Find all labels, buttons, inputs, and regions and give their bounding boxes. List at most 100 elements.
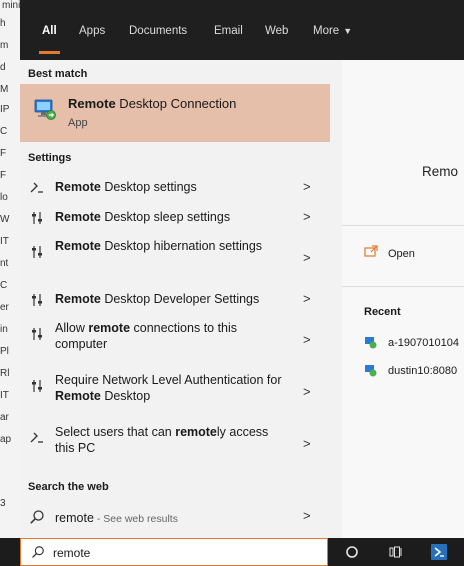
background-text-fragment: IP [0,104,10,115]
settings-result-label: Remote Desktop hibernation settings [55,238,285,254]
tab-more[interactable]: More ▼ [313,0,352,60]
best-match-title-bold: Remote [68,96,116,111]
background-text-fragment: 3 [0,498,6,509]
background-text-fragment: h [0,18,6,29]
sliders-icon [32,380,42,392]
chevron-right-icon: > [303,332,311,347]
tab-email-label: Email [214,25,243,37]
background-text-fragment: nt [0,258,9,269]
open-action[interactable]: Open [388,248,415,260]
settings-result-label: Remote Desktop settings [55,179,285,195]
preview-pane: Remo Open Recent a-1907010104 dustin10:8… [342,60,464,538]
sliders-icon [32,246,42,258]
match-highlight: Remote [55,210,101,224]
best-match-title: Remote Desktop Connection [68,96,236,111]
background-text-fragment: d [0,62,6,73]
preview-divider-2 [342,286,464,287]
best-match-header: Best match [28,68,88,80]
web-search-result[interactable]: remote - See web results > [20,504,330,530]
rdp-file-icon [365,365,377,377]
tab-apps[interactable]: Apps [79,0,105,60]
web-search-label: remote - See web results [55,510,285,527]
tab-web-label: Web [265,25,289,37]
label-text: Desktop sleep settings [100,210,231,224]
background-text-fragment: IT [0,390,9,401]
sliders-icon [32,294,42,306]
tab-more-label: More [313,25,340,37]
web-search-query: remote [55,511,94,525]
background-text-fragment: M [0,84,9,95]
background-text-fragment: ministration [2,0,20,11]
tab-web[interactable]: Web [265,0,288,60]
background-text-fragment: lo [0,192,8,203]
background-text-fragment: F [0,170,7,181]
best-match-remote-desktop-connection[interactable]: Remote Desktop Connection App [20,84,330,142]
settings-result-label: Remote Desktop sleep settings [55,209,285,225]
tab-documents-label: Documents [129,25,188,37]
remote-settings-icon [30,182,43,193]
settings-result-label: Allow remote connections to this compute… [55,320,285,352]
results-list: Best match Remote Desktop Connection App… [20,60,340,538]
powershell-icon[interactable] [431,544,447,560]
task-view-icon[interactable] [389,545,403,559]
preview-divider [342,225,464,226]
tab-documents[interactable]: Documents [129,0,187,60]
settings-result-item[interactable]: Remote Desktop settings > [20,172,330,202]
match-highlight: Remote [55,292,101,306]
web-search-suffix: - See web results [93,513,178,525]
background-text-fragment: C [0,280,8,291]
rdp-file-icon [365,337,377,349]
label-text: Require Network Level Authentication for [55,373,282,387]
sliders-icon [32,212,42,224]
label-text: Desktop settings [100,180,197,194]
search-icon [32,546,44,558]
match-highlight: remote [88,321,131,335]
label-text: Select users that can [55,425,176,439]
sliders-icon [32,328,42,340]
recent-header: Recent [364,306,401,318]
background-text-fragment: ar [0,412,9,423]
search-input[interactable] [53,543,313,562]
settings-result-label: Select users that can remotely access th… [55,424,285,456]
active-tab-indicator [39,51,60,54]
background-window: ministrationhmdMIPCFFloWITntCerinPlRlITa… [0,0,21,566]
tab-email[interactable]: Email [214,0,243,60]
taskbar-search-box[interactable] [20,538,328,566]
chevron-right-icon: > [303,291,311,306]
best-match-subtitle: App [68,117,88,129]
settings-result-item[interactable]: Remote Desktop Developer Settings > [20,284,330,314]
settings-result-label: Require Network Level Authentication for… [55,372,285,404]
tab-all[interactable]: All [39,0,60,60]
settings-header: Settings [28,152,72,164]
settings-result-item[interactable]: Require Network Level Authentication for… [20,366,330,418]
background-text-fragment: C [0,126,8,137]
chevron-right-icon: > [303,250,311,265]
open-icon [364,245,378,257]
label-text: Desktop Developer Settings [100,292,260,306]
cortana-icon[interactable] [345,545,359,559]
remote-settings-icon [30,432,43,443]
chevron-right-icon: > [303,179,311,194]
settings-result-item[interactable]: Remote Desktop sleep settings > [20,202,330,232]
chevron-right-icon: > [303,384,311,399]
background-text-fragment: in [0,324,8,335]
chevron-right-icon: > [303,209,311,224]
search-icon [30,510,44,524]
recent-item[interactable]: a-1907010104 [388,337,459,349]
settings-result-item[interactable]: Allow remote connections to this compute… [20,314,330,366]
settings-result-item[interactable]: Remote Desktop hibernation settings > [20,232,330,284]
search-flyout: All Apps Documents Email Web More ▼ Best … [20,0,464,538]
tab-apps-label: Apps [79,25,106,37]
tab-all-label: All [42,25,57,37]
settings-result-label: Remote Desktop Developer Settings [55,291,285,307]
background-text-fragment: m [0,40,9,51]
background-text-fragment: W [0,214,10,225]
match-highlight: Remote [55,239,101,253]
settings-result-item[interactable]: Select users that can remotely access th… [20,418,330,470]
recent-item[interactable]: dustin10:8080 [388,365,457,377]
label-text: Allow [55,321,89,335]
best-match-title-rest: Desktop Connection [115,96,237,111]
search-category-tabs: All Apps Documents Email Web More ▼ [20,0,464,60]
remote-desktop-app-icon [34,99,56,120]
background-text-fragment: IT [0,236,9,247]
